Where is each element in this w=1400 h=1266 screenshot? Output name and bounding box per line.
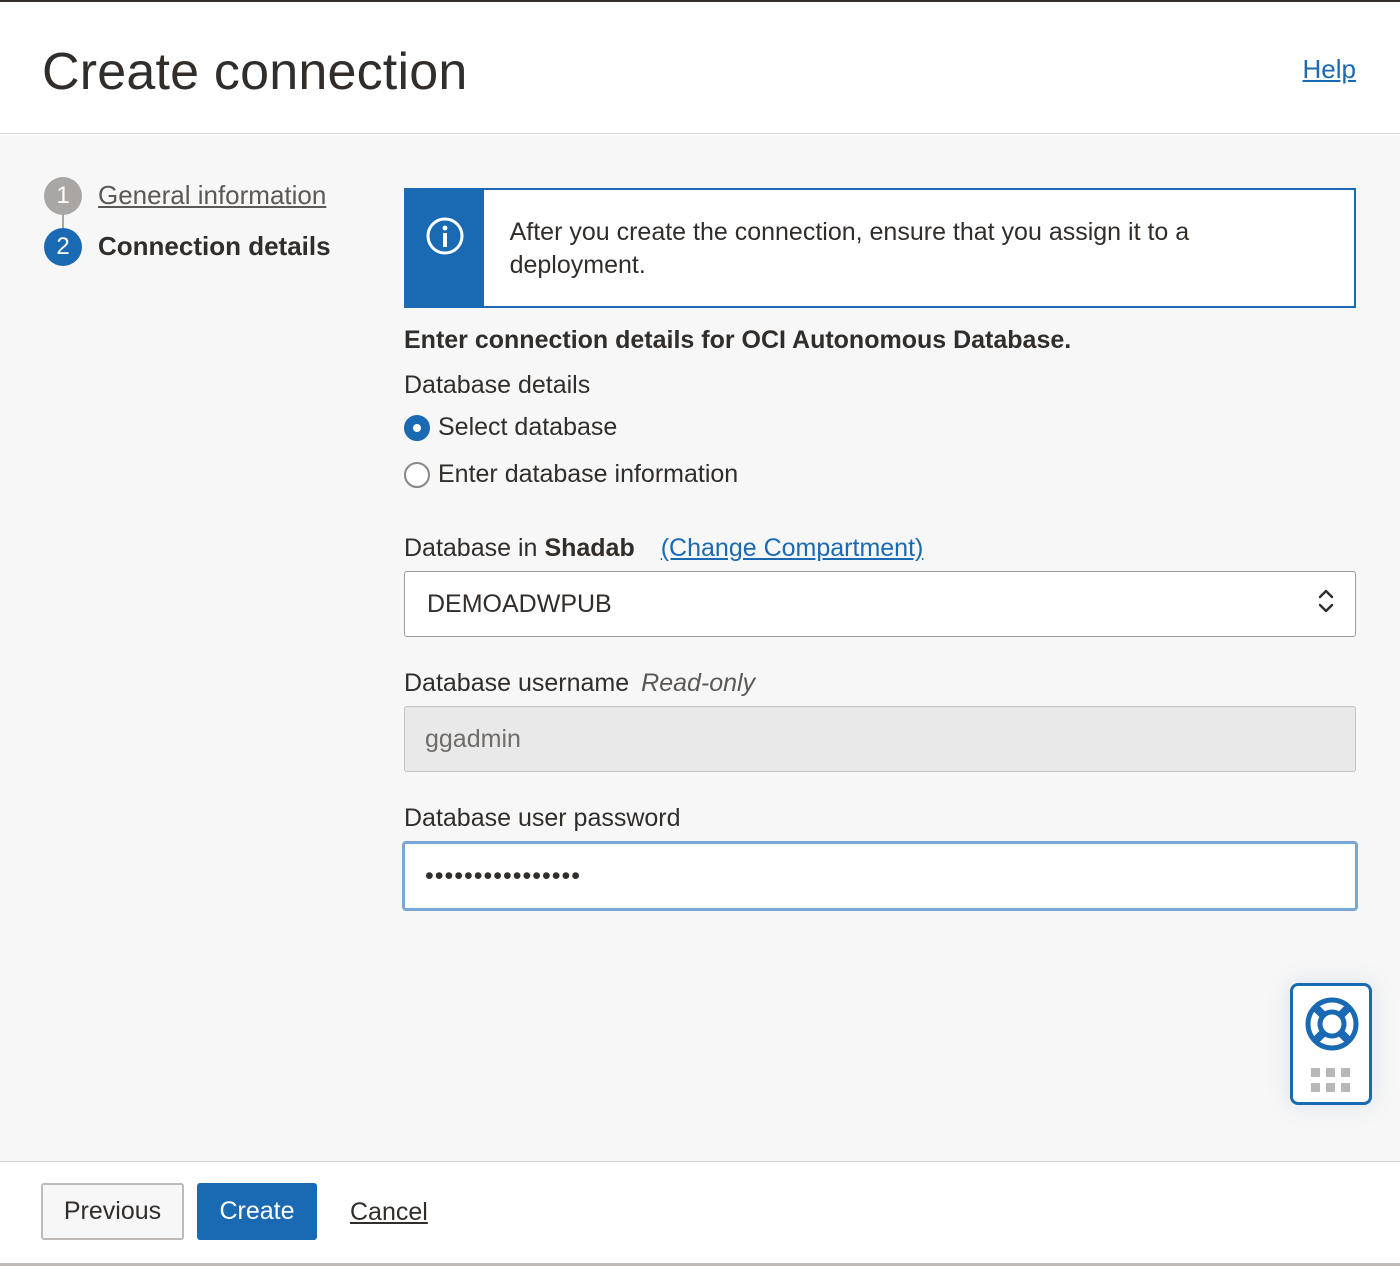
step-general-information[interactable]: 1 General information <box>44 177 331 229</box>
info-banner-stripe <box>406 190 484 306</box>
step-connection-details: 2 Connection details <box>44 228 331 279</box>
help-link[interactable]: Help <box>1303 54 1356 85</box>
password-field[interactable]: •••••••••••••••• <box>402 841 1358 911</box>
connection-form: After you create the connection, ensure … <box>402 188 1358 911</box>
info-banner-text: After you create the connection, ensure … <box>509 218 1190 279</box>
step-label[interactable]: General information <box>98 177 326 213</box>
database-label-prefix: Database in <box>404 534 538 562</box>
lifebuoy-icon <box>1303 995 1361 1058</box>
password-label: Database user password <box>404 804 681 832</box>
wizard-steps: 1 General information 2 Connection detai… <box>44 177 331 279</box>
username-field: ggadmin <box>404 706 1356 772</box>
info-icon <box>425 216 465 261</box>
readonly-tag: Read-only <box>641 669 756 697</box>
radio-label: Enter database information <box>438 460 739 488</box>
step-number-badge: 2 <box>44 228 82 266</box>
chevron-up-down-icon <box>1317 586 1335 623</box>
step-connector <box>62 214 64 229</box>
username-label-row: Database username Read-only <box>404 669 1356 698</box>
radio-button-unchecked[interactable] <box>404 461 430 488</box>
radio-select-database[interactable]: Select database <box>404 410 1356 445</box>
section-title: Enter connection details for OCI Autonom… <box>404 326 1072 354</box>
compartment-name: Shadab <box>544 534 635 562</box>
password-value: •••••••••••••••• <box>425 861 582 890</box>
info-banner: After you create the connection, ensure … <box>404 188 1356 308</box>
panel-footer: Previous Create Cancel <box>0 1161 1400 1266</box>
database-details-label: Database details <box>404 371 591 399</box>
support-widget[interactable] <box>1290 983 1372 1105</box>
database-field-label-row: Database in Shadab (Change Compartment) <box>404 534 1356 563</box>
step-label: Connection details <box>98 231 331 261</box>
panel-body: 1 General information 2 Connection detai… <box>0 135 1400 1161</box>
step-number-badge: 1 <box>44 177 82 215</box>
radio-enter-database-information[interactable]: Enter database information <box>404 457 1356 492</box>
radio-label: Select database <box>438 413 618 441</box>
previous-button[interactable]: Previous <box>41 1183 184 1240</box>
create-button[interactable]: Create <box>197 1183 317 1240</box>
grip-dots-icon[interactable] <box>1311 1068 1351 1092</box>
cancel-link[interactable]: Cancel <box>350 1198 428 1227</box>
panel-header: Create connection Help <box>0 2 1400 134</box>
change-compartment-link[interactable]: (Change Compartment) <box>661 534 924 563</box>
page-title: Create connection <box>42 43 468 101</box>
username-label: Database username <box>404 669 630 697</box>
radio-button-checked[interactable] <box>404 414 430 441</box>
database-select-value: DEMOADWPUB <box>427 589 612 618</box>
username-value: ggadmin <box>425 724 521 753</box>
database-select[interactable]: DEMOADWPUB <box>404 571 1356 637</box>
